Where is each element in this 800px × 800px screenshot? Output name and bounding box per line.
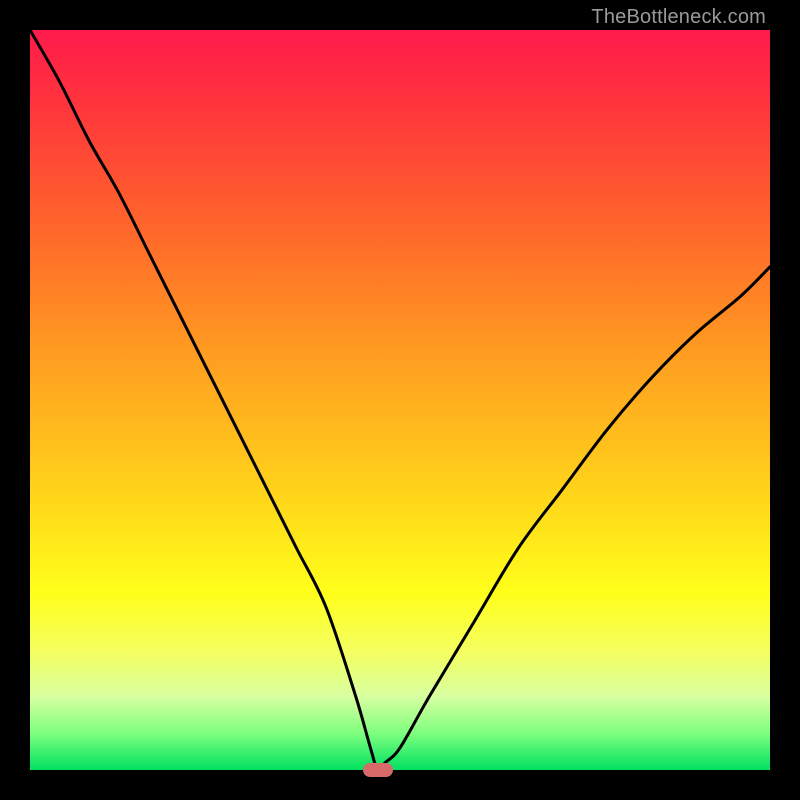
minimum-marker: [363, 763, 393, 777]
bottleneck-curve: [30, 30, 770, 770]
plot-area: [30, 30, 770, 770]
watermark-text: TheBottleneck.com: [591, 6, 766, 29]
chart-frame: TheBottleneck.com: [0, 0, 800, 800]
